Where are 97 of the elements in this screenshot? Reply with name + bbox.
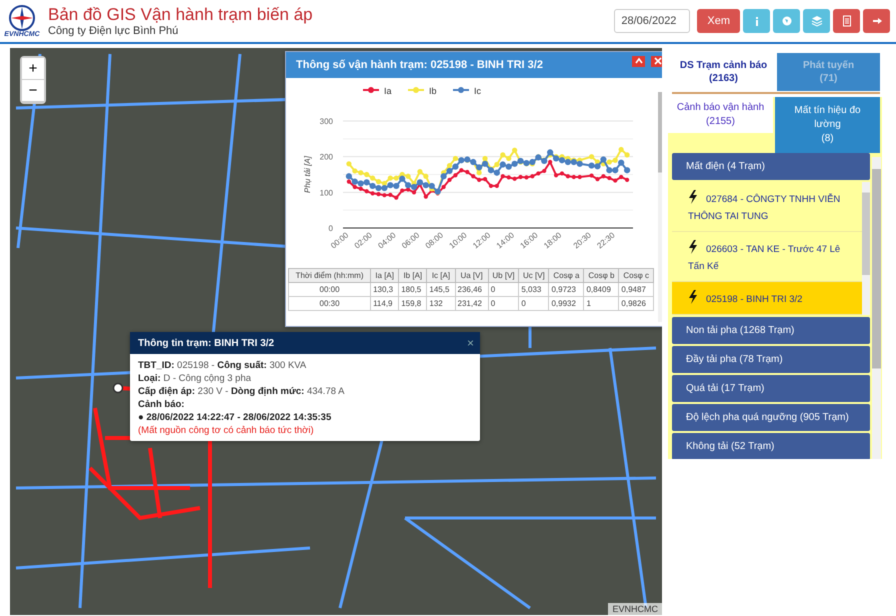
document-icon: [840, 15, 852, 27]
alert-time: ● 28/06/2022 14:22:47 - 28/06/2022 14:35:35: [138, 412, 332, 423]
legend-label: Ib: [429, 86, 437, 96]
table-cell: 0,9932: [548, 296, 584, 310]
legend-marker-icon: [453, 87, 469, 93]
table-cell: 00:00: [288, 282, 371, 296]
data-point: [536, 171, 540, 176]
map-attribution: EVNHCMC: [608, 603, 662, 615]
station-marker-icon[interactable]: [112, 382, 124, 394]
logo-icon: [9, 4, 35, 30]
close-button[interactable]: [651, 56, 662, 66]
y-tick-label: 100: [320, 188, 333, 198]
column-header: Cosφ c: [618, 268, 654, 282]
view-button[interactable]: Xem: [697, 9, 740, 33]
group-header[interactable]: Độ lệch pha quá ngưỡng (905 Trạm): [672, 404, 870, 431]
collapse-button[interactable]: [632, 56, 645, 66]
logout-icon: [870, 15, 882, 27]
table-cell: 0: [488, 282, 519, 296]
group-header[interactable]: Không tải (52 Trạm): [672, 433, 870, 459]
table-cell: 00:30: [288, 296, 371, 310]
data-point: [578, 174, 582, 180]
table-cell: 114,9: [370, 296, 399, 310]
table-cell: 1: [584, 296, 619, 310]
globe-icon: [780, 15, 792, 27]
table-cell: 0: [518, 296, 549, 310]
table-cell: 0,9826: [618, 296, 654, 310]
data-point: [542, 168, 546, 174]
info-line: Cấp điện áp: 230 V - Dòng định mức: 434.78 A: [138, 385, 346, 398]
warning-label: Cảnh báo:: [138, 398, 186, 411]
table-cell: 0,9723: [548, 282, 584, 296]
legend-label: Ic: [474, 86, 482, 96]
y-axis-label: Phụ tải [A]: [303, 156, 312, 193]
y-tick-label: 0: [328, 224, 333, 233]
lightning-icon: [688, 190, 698, 204]
data-point: [346, 161, 352, 166]
layers-button[interactable]: [803, 9, 830, 33]
close-button[interactable]: ×: [464, 336, 476, 350]
chevron-up-icon: [634, 57, 642, 65]
scrollbar[interactable]: [872, 157, 881, 459]
table-cell: 0,9487: [618, 282, 654, 296]
info-line: Loại: D - Công cộng 3 pha: [138, 372, 252, 385]
table-cell: 130,3: [370, 282, 399, 296]
globe-button[interactable]: [773, 9, 800, 33]
layers-icon: [810, 15, 822, 27]
lightning-icon: [688, 290, 698, 304]
legend-marker-icon: [363, 87, 379, 93]
alert-message: (Mất nguồn công tơ có cảnh báo tức thời): [138, 424, 314, 437]
company-name: Công ty Điện lực Bình Phú: [48, 25, 180, 37]
station-list-item[interactable]: 025198 - BINH TRI 3/2: [672, 282, 862, 315]
data-point: [394, 196, 398, 200]
table-cell: 231,42: [455, 296, 488, 310]
data-point: [572, 174, 576, 180]
data-point: [424, 194, 428, 199]
info-line: TBT_ID: 025198 - Công suất: 300 KVA: [138, 359, 308, 372]
logout-button[interactable]: [863, 9, 890, 33]
report-button[interactable]: [833, 9, 860, 33]
tab[interactable]: Cảnh báo vận hành (2155): [668, 97, 773, 133]
table-cell: 0,8409: [584, 282, 619, 296]
column-header: Cosφ b: [584, 268, 619, 282]
table-cell: 180,5: [398, 282, 427, 296]
column-header: Ub [V]: [488, 268, 519, 282]
legend-marker-icon: [408, 87, 424, 93]
column-header: Ic [A]: [426, 268, 456, 282]
y-tick-label: 300: [320, 117, 333, 126]
table-cell: 159,8: [398, 296, 427, 310]
popup-title: Thông tin trạm: BINH TRI 3/2: [138, 338, 274, 348]
group-header[interactable]: Non tải pha (1268 Trạm): [672, 317, 870, 344]
popup-title: Thông số vận hành trạm: 025198 - BINH TRI 3/2: [296, 59, 543, 71]
date-field[interactable]: 28/06/2022: [614, 9, 690, 33]
data-point: [512, 148, 518, 153]
table-cell: 132: [426, 296, 456, 310]
zoom-in-button[interactable]: +: [22, 58, 44, 80]
group-header[interactable]: Quá tải (17 Trạm): [672, 375, 870, 402]
data-point: [607, 176, 612, 180]
data-point: [506, 175, 511, 180]
info-button[interactable]: [743, 9, 770, 33]
app-title: Bản đồ GIS Vận hành trạm biến áp: [48, 5, 314, 25]
lightning-icon: [688, 240, 698, 254]
data-point: [465, 170, 470, 174]
column-header: Thời điểm (hh:mm): [288, 268, 371, 282]
data-point: [613, 178, 618, 183]
y-tick-label: 200: [320, 152, 333, 162]
table-cell: 0: [488, 296, 519, 310]
scrollbar[interactable]: [862, 182, 870, 315]
tab[interactable]: Mất tín hiệu đo lường (8): [775, 97, 880, 153]
column-header: Uc [V]: [518, 268, 549, 282]
group-header[interactable]: Đầy tải pha (78 Trạm): [672, 346, 870, 373]
table-cell: 5,033: [518, 282, 549, 296]
column-header: Cosφ a: [548, 268, 584, 282]
column-header: Ia [A]: [370, 268, 399, 282]
legend-label: Ia: [384, 86, 392, 96]
close-icon: [654, 57, 662, 65]
table-cell: 145,5: [426, 282, 456, 296]
column-header: Ib [A]: [398, 268, 427, 282]
column-header: Ua [V]: [455, 268, 488, 282]
table-cell: 236,46: [455, 282, 488, 296]
group-header[interactable]: Mất điện (4 Trạm): [672, 153, 870, 180]
